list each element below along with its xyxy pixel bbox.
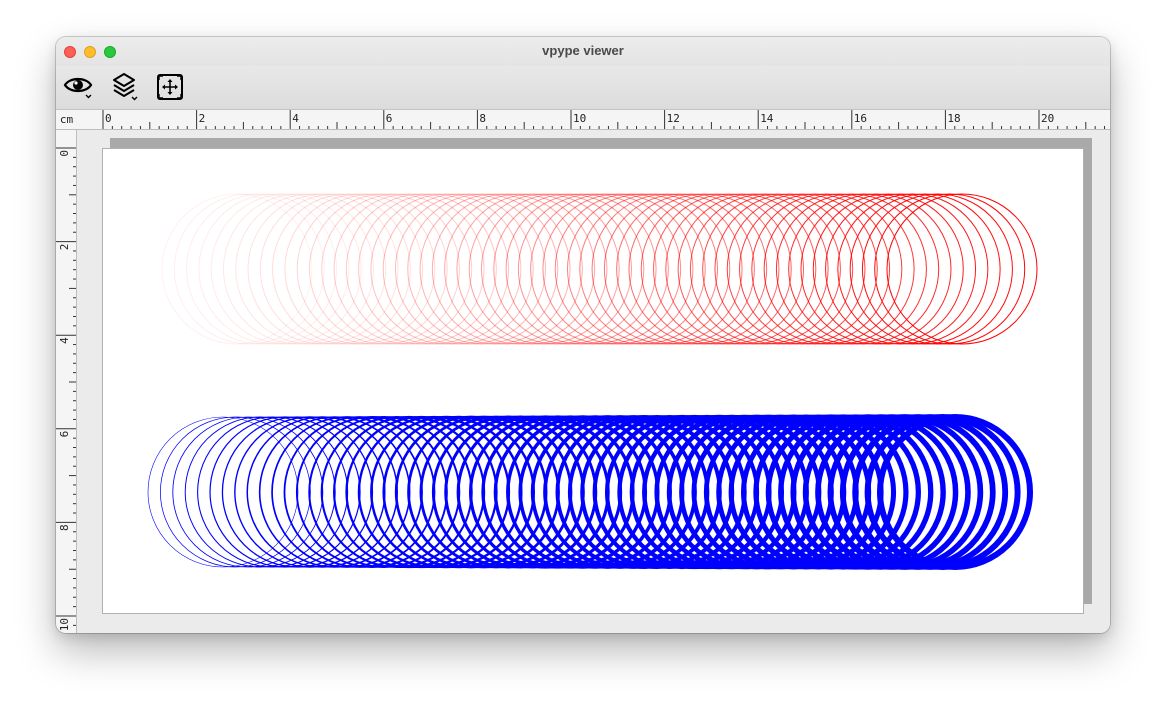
ruler-label-x: 10 bbox=[573, 112, 586, 125]
view-options-button[interactable] bbox=[62, 71, 94, 103]
red-circle bbox=[247, 193, 399, 345]
red-circle bbox=[259, 193, 411, 345]
red-circle bbox=[419, 193, 571, 345]
red-circle bbox=[591, 193, 743, 345]
red-circle bbox=[407, 193, 559, 345]
red-circle bbox=[567, 193, 719, 345]
red-circle bbox=[210, 193, 362, 345]
red-circle bbox=[468, 193, 620, 345]
red-circle bbox=[296, 193, 448, 345]
ruler-label-y: 6 bbox=[58, 431, 71, 438]
layer-2-blue-circles bbox=[147, 414, 1033, 570]
red-circle bbox=[530, 193, 682, 345]
red-circle bbox=[628, 193, 780, 345]
fit-to-page-icon bbox=[157, 74, 183, 100]
ruler-label-y: 4 bbox=[58, 337, 71, 344]
red-circle bbox=[579, 193, 731, 345]
red-circle bbox=[825, 193, 977, 345]
red-circle bbox=[800, 193, 952, 345]
red-circle bbox=[505, 193, 657, 345]
vertical-ruler-scale: 0 2 4 6 8 10 bbox=[56, 147, 76, 631]
plot-drawing bbox=[147, 193, 1038, 570]
red-circle bbox=[431, 193, 583, 345]
red-circle bbox=[493, 193, 645, 345]
red-circle bbox=[874, 193, 1026, 345]
red-circle bbox=[702, 193, 854, 345]
ruler-label-y: 0 bbox=[58, 150, 71, 157]
ruler-label-x: 18 bbox=[947, 112, 960, 125]
red-circle bbox=[480, 193, 632, 345]
fit-to-page-button[interactable] bbox=[154, 71, 186, 103]
red-circle bbox=[321, 193, 473, 345]
drawing-canvas[interactable] bbox=[77, 130, 1110, 633]
viewer-window: vpype viewer cm 0 2 4 6 8 10 12 14 16 18… bbox=[56, 37, 1110, 633]
red-circle bbox=[517, 193, 669, 345]
red-circle bbox=[235, 193, 387, 345]
red-circle bbox=[161, 193, 313, 345]
red-circle bbox=[456, 193, 608, 345]
red-circle bbox=[370, 193, 522, 345]
ruler-label-x: 2 bbox=[199, 112, 206, 125]
red-circle bbox=[653, 193, 805, 345]
red-circle bbox=[788, 193, 940, 345]
red-circle bbox=[382, 193, 534, 345]
title-bar[interactable]: vpype viewer bbox=[56, 37, 1110, 66]
red-circle bbox=[751, 193, 903, 345]
red-circle bbox=[394, 193, 546, 345]
ruler-label-x: 4 bbox=[292, 112, 299, 125]
ruler-label-x: 20 bbox=[1041, 112, 1054, 125]
red-circle bbox=[173, 193, 325, 345]
ruler-label-x: 14 bbox=[760, 112, 774, 125]
red-circle bbox=[222, 193, 374, 345]
red-circle bbox=[186, 193, 338, 345]
red-circle bbox=[284, 193, 436, 345]
toolbar bbox=[56, 66, 1110, 110]
red-circle bbox=[677, 193, 829, 345]
ruler-label-x: 6 bbox=[386, 112, 393, 125]
vertical-ruler: 0 2 4 6 8 10 bbox=[56, 130, 77, 633]
red-circle bbox=[726, 193, 878, 345]
red-circle bbox=[739, 193, 891, 345]
red-circle bbox=[554, 193, 706, 345]
layer-1-red-circles bbox=[161, 193, 1038, 345]
ruler-unit-label: cm bbox=[56, 110, 78, 130]
ruler-label-x: 12 bbox=[667, 112, 680, 125]
red-circle bbox=[775, 193, 927, 345]
red-circle bbox=[198, 193, 350, 345]
horizontal-ruler-scale: 0 2 4 6 8 10 12 14 16 18 20 bbox=[102, 110, 1106, 129]
red-circle bbox=[345, 193, 497, 345]
ruler-label-x: 8 bbox=[479, 112, 486, 125]
ruler-label-y: 10 bbox=[58, 618, 71, 631]
red-circle bbox=[603, 193, 755, 345]
red-circle bbox=[272, 193, 424, 345]
red-circle bbox=[837, 193, 989, 345]
horizontal-ruler: 0 2 4 6 8 10 12 14 16 18 20 bbox=[77, 110, 1110, 130]
ruler-label-x: 16 bbox=[854, 112, 867, 125]
red-circle bbox=[812, 193, 964, 345]
window-title: vpype viewer bbox=[542, 43, 624, 58]
red-circle bbox=[849, 193, 1001, 345]
layers-menu-button[interactable] bbox=[108, 71, 140, 103]
red-circle bbox=[763, 193, 915, 345]
red-circle bbox=[358, 193, 510, 345]
red-circle bbox=[640, 193, 792, 345]
layers-icon bbox=[113, 73, 138, 101]
ruler-label-y: 2 bbox=[58, 244, 71, 251]
red-circle bbox=[308, 193, 460, 345]
red-circle bbox=[333, 193, 485, 345]
red-circle bbox=[886, 193, 1038, 345]
red-circle bbox=[616, 193, 768, 345]
red-circle bbox=[714, 193, 866, 345]
ruler-label-x: 0 bbox=[105, 112, 112, 125]
red-circle bbox=[665, 193, 817, 345]
red-circle bbox=[861, 193, 1013, 345]
eye-icon bbox=[63, 77, 93, 99]
red-circle bbox=[542, 193, 694, 345]
ruler-label-y: 8 bbox=[58, 524, 71, 531]
red-circle bbox=[444, 193, 596, 345]
red-circle bbox=[689, 193, 841, 345]
